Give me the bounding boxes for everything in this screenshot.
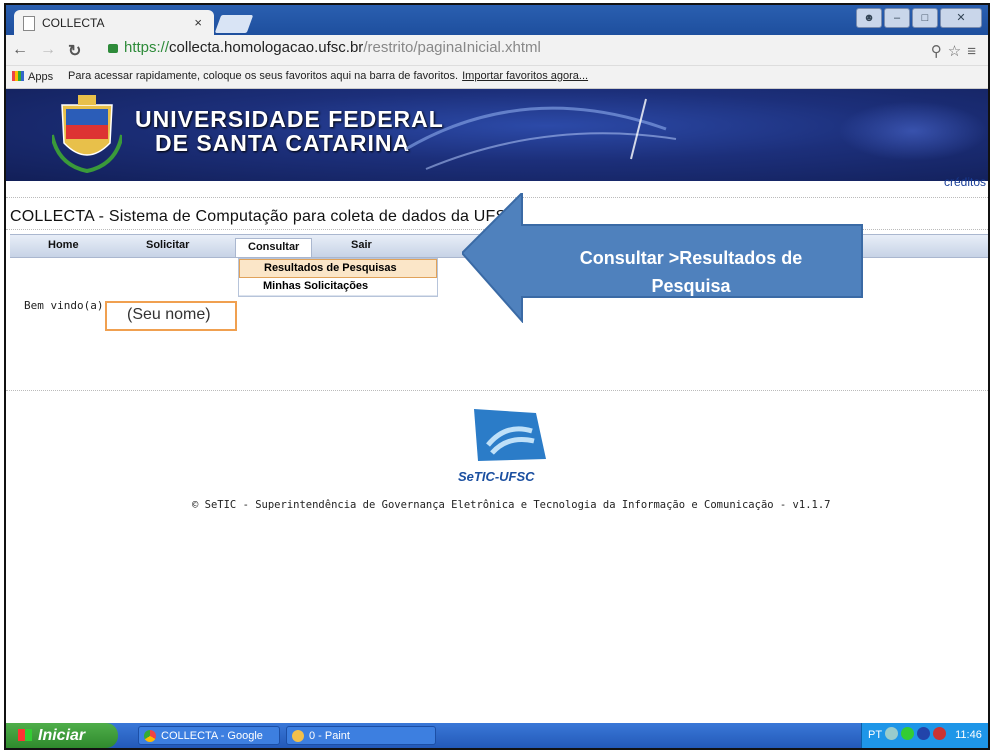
page-icon (23, 16, 35, 31)
setic-logo-icon (474, 409, 546, 461)
page-title: COLLECTA - Sistema de Computação para co… (10, 208, 523, 225)
tab-close-icon[interactable]: × (194, 15, 202, 30)
key-icon[interactable]: ⚲ (931, 43, 948, 60)
menu-consultar[interactable]: Consultar (235, 238, 313, 257)
screen-frame: COLLECTA × ☻ – □ ✕ ← → ↻ https://collect… (4, 3, 990, 750)
menu-item-minhas-solicitacoes[interactable]: Minhas Solicitações (239, 278, 437, 296)
menu-home[interactable]: Home (48, 239, 79, 251)
consultar-dropdown: Resultados de Pesquisas Minhas Solicitaç… (238, 258, 438, 297)
url-path: /restrito/paginaInicial.xhtml (363, 39, 541, 56)
system-tray: PT 11:46 (861, 723, 988, 748)
menu-icon[interactable]: ≡ (967, 43, 982, 60)
browser-title-bar: COLLECTA × ☻ – □ ✕ (6, 5, 988, 35)
user-name-highlight: (Seu nome) (105, 301, 237, 331)
maximize-button[interactable]: □ (912, 8, 938, 28)
welcome-text: Bem vindo(a) (24, 299, 104, 312)
bookmarks-hint: Para acessar rapidamente, coloque os seu… (68, 70, 588, 82)
tray-icon[interactable] (917, 727, 931, 740)
address-bar: ← → ↻ https://collecta.homologacao.ufsc.… (6, 35, 988, 66)
taskbar-item-label: COLLECTA - Google C... (161, 730, 263, 742)
user-icon[interactable]: ☻ (856, 8, 882, 28)
browser-tab[interactable]: COLLECTA × (14, 10, 214, 35)
menu-solicitar[interactable]: Solicitar (146, 239, 189, 251)
forward-icon[interactable]: → (40, 41, 56, 59)
callout-line2: Pesquisa (651, 276, 731, 296)
university-name-line2: DE SANTA CATARINA (155, 130, 411, 156)
url-host: collecta.homologacao.ufsc.br (169, 39, 364, 56)
credits-link[interactable]: créditos (944, 175, 986, 189)
menu-item-resultados[interactable]: Resultados de Pesquisas (239, 259, 437, 278)
window-controls: ☻ – □ ✕ (856, 8, 982, 28)
divider (6, 390, 988, 391)
taskbar-item-chrome[interactable]: COLLECTA - Google C... (138, 726, 280, 745)
chrome-icon (144, 730, 156, 742)
start-label: Iniciar (38, 727, 86, 744)
import-bookmarks-link[interactable]: Importar favoritos agora... (462, 70, 588, 82)
lock-icon (108, 44, 118, 53)
callout-line1: Consultar >Resultados de (579, 248, 803, 268)
setic-logo-text: SeTIC-UFSC (458, 469, 535, 484)
star-icon[interactable]: ☆ (948, 43, 967, 60)
language-indicator[interactable]: PT (868, 729, 882, 741)
university-name-line1: UNIVERSIDADE FEDERAL (135, 106, 444, 132)
university-banner: UNIVERSIDADE FEDERAL DE SANTA CATARINA (6, 89, 988, 181)
reload-icon[interactable]: ↻ (68, 41, 81, 61)
bookmarks-hint-text: Para acessar rapidamente, coloque os seu… (68, 70, 459, 82)
tray-icon[interactable] (901, 727, 915, 740)
windows-taskbar: Iniciar COLLECTA - Google C... 0 - Paint… (6, 723, 988, 748)
windows-flag-icon (18, 729, 32, 741)
banner-glow (838, 101, 988, 161)
taskbar-item-paint[interactable]: 0 - Paint (286, 726, 436, 745)
url-input[interactable]: https://collecta.homologacao.ufsc.br/res… (108, 39, 928, 61)
apps-icon (12, 71, 24, 81)
tab-title: COLLECTA (42, 16, 105, 30)
tray-icon[interactable] (933, 727, 947, 740)
banner-swoosh-icon (406, 98, 677, 170)
minimize-button[interactable]: – (884, 8, 910, 28)
tray-icon[interactable] (885, 727, 899, 740)
apps-label: Apps (28, 71, 54, 83)
menu-sair[interactable]: Sair (351, 239, 372, 251)
url-scheme: https:// (124, 39, 170, 56)
ufsc-crest-icon (52, 95, 122, 173)
toolbar-icons: ⚲☆≡ (931, 42, 982, 60)
start-button[interactable]: Iniciar (6, 723, 118, 748)
university-name: UNIVERSIDADE FEDERAL DE SANTA CATARINA (135, 107, 444, 155)
close-button[interactable]: ✕ (940, 8, 982, 28)
back-icon[interactable]: ← (12, 41, 28, 59)
taskbar-item-label: 0 - Paint (309, 730, 350, 742)
callout-label: Consultar >Resultados de Pesquisa (526, 244, 856, 300)
apps-button[interactable]: Apps (12, 70, 53, 83)
clock: 11:46 (955, 729, 982, 741)
new-tab-button[interactable] (214, 15, 254, 33)
paint-icon (292, 730, 304, 742)
copyright-text: © SeTIC - Superintendência de Governança… (192, 499, 831, 511)
bookmarks-bar: Apps Para acessar rapidamente, coloque o… (6, 66, 988, 89)
